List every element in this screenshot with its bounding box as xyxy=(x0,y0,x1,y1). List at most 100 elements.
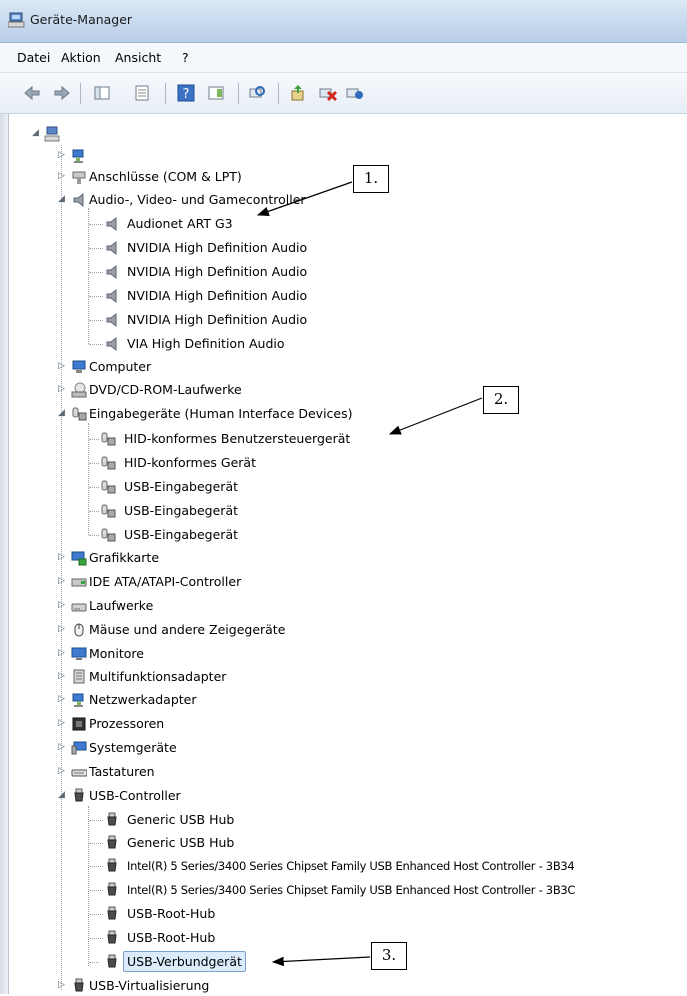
tree-category[interactable]: ▷ IDE ATA/ATAPI-Controller xyxy=(0,572,687,592)
collapse-arrow-icon[interactable]: ◢ xyxy=(32,129,41,138)
device-label: HID-konformes Gerät xyxy=(124,455,256,470)
tree-device[interactable]: USB-Root-Hub xyxy=(0,904,687,924)
port-icon xyxy=(72,171,86,184)
expand-arrow-icon[interactable]: ▷ xyxy=(58,362,67,371)
tree-device[interactable]: USB-Root-Hub xyxy=(0,928,687,948)
network-adapter-icon xyxy=(72,693,84,707)
monitor-icon xyxy=(71,647,87,660)
category-label: Mäuse und andere Zeigegeräte xyxy=(89,622,286,637)
device-label: HID-konformes Benutzersteuergerät xyxy=(124,431,351,446)
tree-device-selected[interactable]: USB-Verbundgerät xyxy=(0,951,687,972)
expand-arrow-icon[interactable]: ▷ xyxy=(58,553,67,562)
tree-device[interactable]: HID-konformes Benutzersteuergerät xyxy=(0,429,687,449)
collapse-arrow-icon[interactable]: ◢ xyxy=(58,409,67,418)
usb-icon xyxy=(107,906,117,920)
tree-category[interactable]: ▷ Netzwerkadapter xyxy=(0,690,687,710)
expand-arrow-icon[interactable]: ▷ xyxy=(58,672,67,681)
category-label: Netzwerkadapter xyxy=(89,692,197,707)
usb-icon xyxy=(107,882,117,896)
tree-device[interactable]: NVIDIA High Definition Audio xyxy=(0,310,687,330)
tree-device[interactable]: USB-Eingabegerät xyxy=(0,525,687,545)
tree-device[interactable]: USB-Eingabegerät xyxy=(0,501,687,521)
device-label: USB-Root-Hub xyxy=(127,906,216,921)
tree-category[interactable]: ▷ xyxy=(0,146,687,166)
tree-device[interactable]: NVIDIA High Definition Audio xyxy=(0,286,687,306)
tree-category[interactable]: ▷ Mäuse und andere Zeigegeräte xyxy=(0,620,687,640)
tree-category[interactable]: ▷ Tastaturen xyxy=(0,762,687,782)
hid-icon xyxy=(101,504,116,518)
display-adapter-icon xyxy=(71,551,87,566)
category-label: Tastaturen xyxy=(89,764,155,779)
expand-arrow-icon[interactable]: ▷ xyxy=(58,577,67,586)
tree-category[interactable]: ◢ USB-Controller xyxy=(0,786,687,806)
system-device-icon xyxy=(71,741,87,755)
collapse-arrow-icon[interactable]: ◢ xyxy=(58,791,67,800)
category-label: Prozessoren xyxy=(89,716,165,731)
speaker-icon xyxy=(106,288,117,304)
expand-arrow-icon[interactable]: ▷ xyxy=(58,601,67,610)
tree-category[interactable]: ◢ Eingabegeräte (Human Interface Devices… xyxy=(0,404,687,424)
expand-arrow-icon[interactable]: ▷ xyxy=(58,172,67,181)
tree-category[interactable]: ▷ USB-Virtualisierung xyxy=(0,976,687,996)
keyboard-icon xyxy=(71,769,87,777)
expand-arrow-icon[interactable]: ▷ xyxy=(58,743,67,752)
device-label: NVIDIA High Definition Audio xyxy=(127,312,308,327)
expand-arrow-icon[interactable]: ▷ xyxy=(58,151,67,160)
expand-arrow-icon[interactable]: ▷ xyxy=(58,767,67,776)
hid-icon xyxy=(101,432,116,446)
tree-category[interactable]: ▷ Anschlüsse (COM & LPT) xyxy=(0,167,687,187)
network-pc-icon xyxy=(72,149,84,163)
usb-icon xyxy=(107,835,117,849)
tree-device[interactable]: Intel(R) 5 Series/3400 Series Chipset Fa… xyxy=(0,856,687,876)
tree-category[interactable]: ▷ Monitore xyxy=(0,644,687,664)
tree-device[interactable]: VIA High Definition Audio xyxy=(0,334,687,354)
tree-category[interactable]: ▷ Systemgeräte xyxy=(0,738,687,758)
tree-category[interactable]: ▷ DVD/CD-ROM-Laufwerke xyxy=(0,380,687,400)
callout-3: 3. xyxy=(371,942,407,970)
collapse-arrow-icon[interactable]: ◢ xyxy=(58,195,67,204)
hid-icon xyxy=(101,456,116,470)
device-label: Generic USB Hub xyxy=(127,812,235,827)
expand-arrow-icon[interactable]: ▷ xyxy=(58,719,67,728)
speaker-icon xyxy=(106,240,117,256)
category-label: USB-Virtualisierung xyxy=(89,978,210,993)
tree-category[interactable]: ◢ Audio-, Video- und Gamecontroller xyxy=(0,190,687,210)
mouse-icon xyxy=(74,623,84,637)
expand-arrow-icon[interactable]: ▷ xyxy=(58,385,67,394)
expand-arrow-icon[interactable]: ▷ xyxy=(58,981,67,990)
tree-device[interactable]: NVIDIA High Definition Audio xyxy=(0,238,687,258)
tree-category[interactable]: ▷ Prozessoren xyxy=(0,714,687,734)
tree-device[interactable]: USB-Eingabegerät xyxy=(0,477,687,497)
usb-icon xyxy=(107,930,117,944)
tree-category[interactable]: ▷ Computer xyxy=(0,357,687,377)
computer-root-icon xyxy=(44,126,60,142)
device-label: VIA High Definition Audio xyxy=(127,336,285,351)
expand-arrow-icon[interactable]: ▷ xyxy=(58,649,67,658)
tree-root[interactable]: ◢ xyxy=(0,124,687,144)
category-label: Systemgeräte xyxy=(89,740,177,755)
category-label: Anschlüsse (COM & LPT) xyxy=(89,169,242,184)
tree-category[interactable]: ▷ Multifunktionsadapter xyxy=(0,667,687,687)
tree-category[interactable]: ▷ Laufwerke xyxy=(0,596,687,616)
computer-icon xyxy=(72,360,86,373)
expand-arrow-icon[interactable]: ▷ xyxy=(58,695,67,704)
category-label: IDE ATA/ATAPI-Controller xyxy=(89,574,242,589)
tree-device[interactable]: Intel(R) 5 Series/3400 Series Chipset Fa… xyxy=(0,880,687,900)
hid-icon xyxy=(101,528,116,542)
usb-icon xyxy=(107,812,117,826)
tree-device[interactable]: HID-konformes Gerät xyxy=(0,453,687,473)
tree-device[interactable]: Audionet ART G3 xyxy=(0,214,687,234)
usb-icon xyxy=(107,954,117,968)
category-label: Grafikkarte xyxy=(89,550,160,565)
device-label: USB-Verbundgerät xyxy=(123,951,246,972)
tree-device[interactable]: Generic USB Hub xyxy=(0,810,687,830)
tree-device[interactable]: Generic USB Hub xyxy=(0,833,687,853)
tree-category[interactable]: ▷ Grafikkarte xyxy=(0,548,687,568)
category-label: Monitore xyxy=(89,646,144,661)
usb-icon xyxy=(74,978,84,992)
device-label: Intel(R) 5 Series/3400 Series Chipset Fa… xyxy=(127,859,575,873)
tree-device[interactable]: NVIDIA High Definition Audio xyxy=(0,262,687,282)
device-label: USB-Eingabegerät xyxy=(124,527,239,542)
expand-arrow-icon[interactable]: ▷ xyxy=(58,625,67,634)
disc-drive-icon xyxy=(71,382,87,398)
